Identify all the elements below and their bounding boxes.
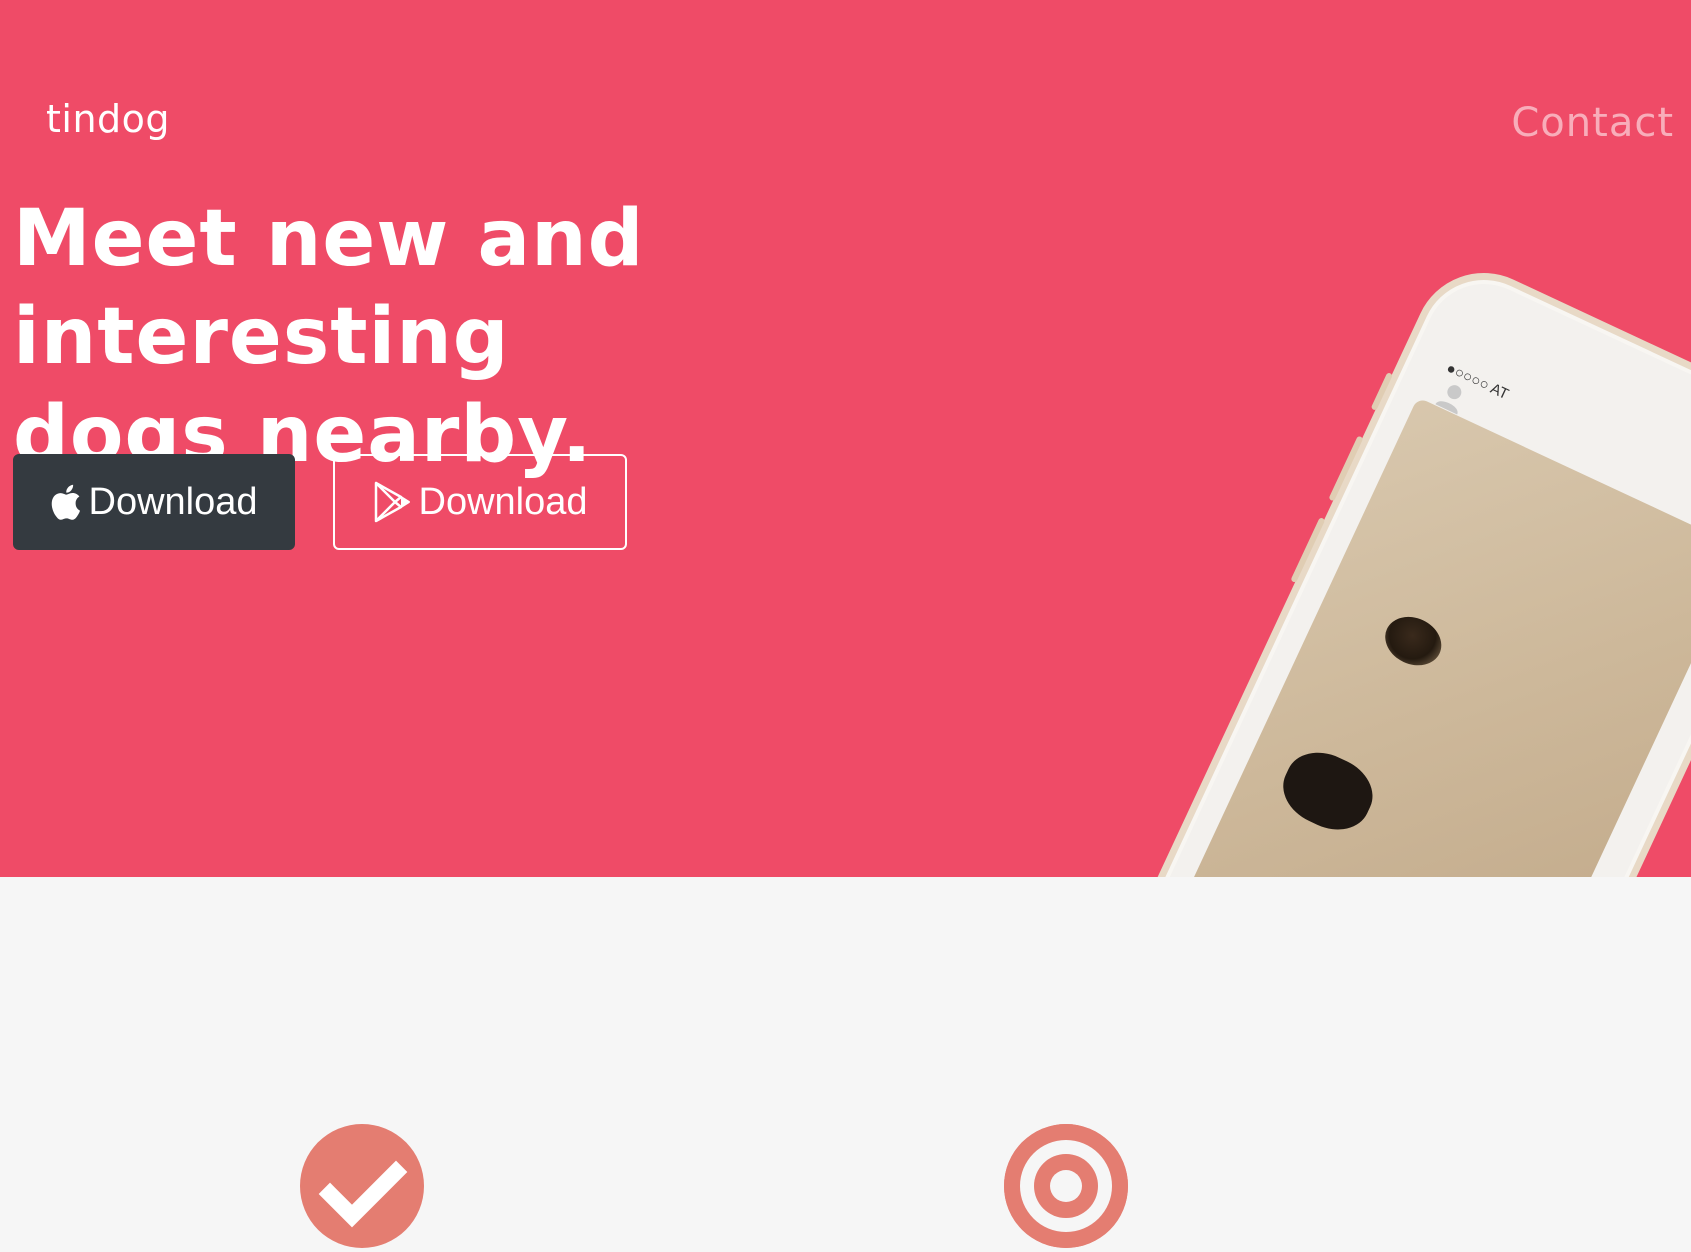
google-play-download-button[interactable]: Download [333,454,627,550]
google-play-download-label: Download [418,480,588,523]
hero-headline: Meet new and interesting dogs nearby. [13,190,1113,484]
phone-volume-down-button [1290,517,1326,584]
headline-line-1: Meet new and interesting [13,194,645,382]
apple-download-button[interactable]: Download [13,454,295,550]
check-circle-icon [300,1124,424,1248]
phone-mockup: ●○○○○ AT [1080,250,1691,877]
dog-eye-left [1377,608,1450,675]
apple-icon [51,484,81,520]
hero-section: tindog Contact Meet new and interesting … [0,0,1691,877]
nav-contact-link[interactable]: Contact [1511,100,1674,146]
phone-volume-up-button [1328,435,1364,502]
google-play-icon [373,481,411,523]
phone-side-button [1370,372,1394,411]
dog-nose [1272,740,1384,842]
apple-download-label: Download [88,480,258,523]
brand-logo[interactable]: tindog [46,97,170,141]
dog-photo [1164,397,1691,877]
bullseye-icon [1004,1124,1128,1248]
